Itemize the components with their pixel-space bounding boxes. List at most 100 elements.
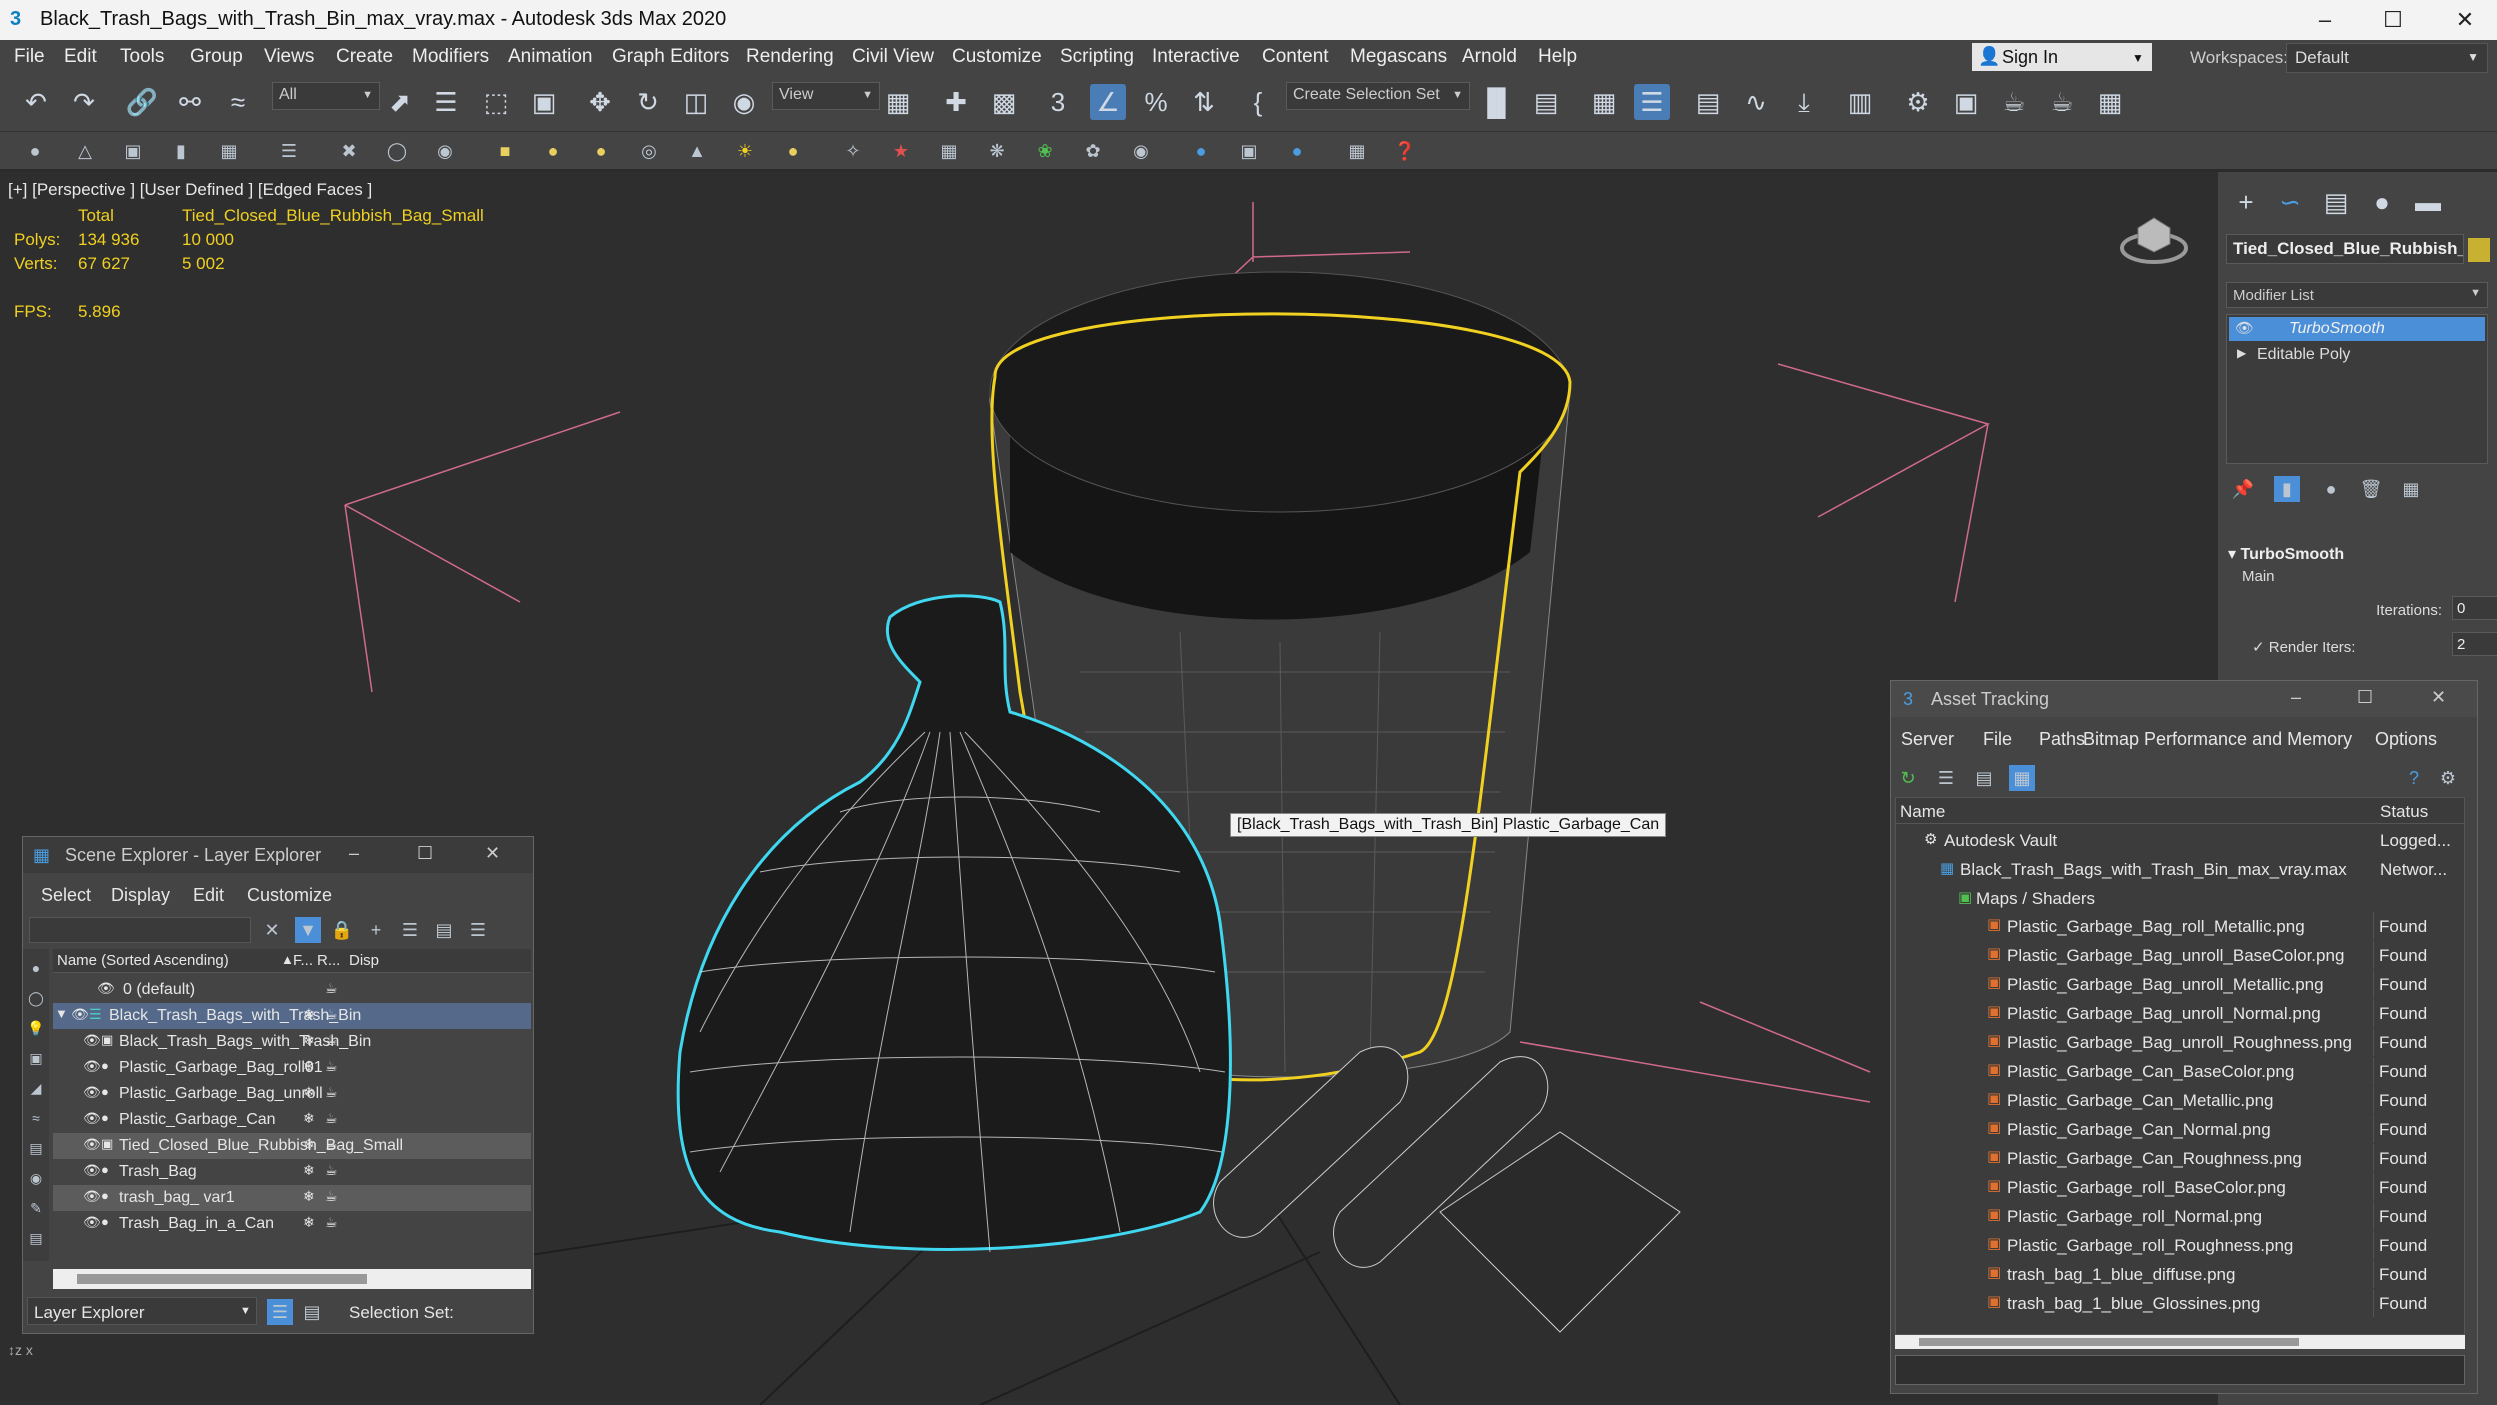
place-icon[interactable]: ◉	[726, 84, 762, 120]
minimize-button[interactable]: –	[349, 843, 359, 864]
menu-interactive[interactable]: Interactive	[1152, 46, 1240, 68]
refresh-icon[interactable]: ↻	[1895, 765, 1921, 791]
spinner-snap-icon[interactable]: ⇅	[1186, 84, 1222, 120]
menu-options[interactable]: Options	[2375, 729, 2437, 750]
visibility-eye-icon[interactable]: 👁	[83, 1162, 101, 1179]
asset-row[interactable]: ▣ trash_bag_1_blue_Glossines.png Found	[1895, 1289, 2465, 1317]
sphere-cap-icon[interactable]: ●	[540, 138, 566, 164]
hierarchy-tab-icon[interactable]: ▤	[2318, 184, 2354, 220]
col-frozen[interactable]: F...	[293, 952, 313, 969]
create-selection-set-dropdown[interactable]: Create Selection Set ▼	[1286, 82, 1470, 110]
layer-row[interactable]: 👁 0 (default) ☕	[53, 977, 531, 1003]
helper-icon[interactable]: ▦	[936, 138, 962, 164]
angle-snap-icon[interactable]: ∠	[1090, 84, 1126, 120]
hierarchy-mode-icon[interactable]: ▤	[299, 1299, 325, 1325]
asset-row[interactable]: ▣ Plastic_Garbage_roll_Normal.png Found	[1895, 1202, 2465, 1230]
visibility-eye-icon[interactable]: 👁	[83, 1084, 101, 1101]
path-field[interactable]	[1895, 1355, 2465, 1385]
object-row[interactable]: 👁 ● Plastic_Garbage_Bag_roll01 ❄ ☕	[53, 1055, 531, 1081]
viewport-label[interactable]: [+] [Perspective ] [User Defined ] [Edge…	[8, 180, 372, 200]
menu-animation[interactable]: Animation	[508, 46, 593, 68]
freeze-icon[interactable]: ❄	[303, 1032, 315, 1049]
shape-filter-icon[interactable]: ◯	[23, 985, 49, 1011]
material-icon[interactable]: ▣	[1236, 138, 1262, 164]
visibility-eye-icon[interactable]: 👁	[97, 980, 115, 997]
menu-tools[interactable]: Tools	[120, 46, 164, 68]
render-teapot-icon[interactable]: ☕	[325, 1162, 338, 1179]
stack-item-turbosmooth[interactable]: 👁 TurboSmooth	[2229, 317, 2485, 341]
menu-views[interactable]: Views	[264, 46, 314, 68]
close-button[interactable]: ✕	[2431, 687, 2446, 708]
render-iterative-icon[interactable]: ▦	[2092, 84, 2128, 120]
horizontal-scrollbar[interactable]	[1895, 1335, 2465, 1349]
stack-icon[interactable]: ☰	[465, 917, 491, 943]
render-iters-checkbox[interactable]: ✓ Render Iters:	[2252, 638, 2355, 656]
search-input[interactable]	[29, 917, 251, 943]
add-layer-icon[interactable]: +	[363, 917, 389, 943]
close-button[interactable]: ✕	[485, 843, 500, 864]
asset-row[interactable]: ▣ Plastic_Garbage_Can_Roughness.png Found	[1895, 1144, 2465, 1172]
maximize-button[interactable]: ☐	[2368, 4, 2418, 36]
render-setup-icon[interactable]: ⚙	[1900, 84, 1936, 120]
minimize-button[interactable]: –	[2291, 687, 2301, 708]
stack-item-editable-poly[interactable]: ▶ Editable Poly	[2229, 343, 2485, 367]
render-teapot-icon[interactable]: ☕	[325, 1188, 338, 1205]
modifier-list-dropdown[interactable]: Modifier List ▼	[2226, 282, 2488, 308]
render-teapot-icon[interactable]: ☕	[325, 1214, 338, 1231]
freeze-icon[interactable]: ❄	[303, 1058, 315, 1075]
dynamics-icon[interactable]: ★	[888, 138, 914, 164]
globe-icon[interactable]: ●	[1188, 138, 1214, 164]
show-end-result-icon[interactable]: ▮	[2274, 476, 2300, 502]
asset-row[interactable]: ▣ Plastic_Garbage_roll_Roughness.png Found	[1895, 1231, 2465, 1259]
rect-selection-icon[interactable]: ⬚	[478, 84, 514, 120]
viewcube-icon[interactable]	[2118, 208, 2190, 268]
object-row[interactable]: 👁 ● Plastic_Garbage_Can ❄ ☕	[53, 1107, 531, 1133]
visibility-eye-icon[interactable]: 👁	[71, 1006, 89, 1023]
render-teapot-icon[interactable]: ☕	[325, 1058, 338, 1075]
asset-row[interactable]: ▣ Plastic_Garbage_Bag_unroll_Metallic.png…	[1895, 970, 2465, 998]
remove-modifier-icon[interactable]: 🗑	[2358, 476, 2384, 502]
menu-bitmap-performance[interactable]: Bitmap Performance and Memory	[2083, 729, 2352, 750]
list-view-icon[interactable]: ☰	[1933, 765, 1959, 791]
menu-civil-view[interactable]: Civil View	[852, 46, 934, 68]
box-icon[interactable]: ▣	[120, 138, 146, 164]
align-icon[interactable]: ▤	[1528, 84, 1564, 120]
asset-row[interactable]: ▣ Plastic_Garbage_Bag_unroll_Roughness.pn…	[1895, 1028, 2465, 1056]
freeze-icon[interactable]: ❄	[303, 1136, 315, 1153]
menu-graph-editors[interactable]: Graph Editors	[612, 46, 729, 68]
motion-tab-icon[interactable]: ●	[2364, 184, 2400, 220]
lock-icon[interactable]: 🔒	[329, 917, 355, 943]
render-teapot-icon[interactable]: ☕	[325, 1136, 338, 1153]
scale-icon[interactable]: ◫	[678, 84, 714, 120]
box-primitive-icon[interactable]: ■	[492, 138, 518, 164]
unlink-icon[interactable]: ⚯	[172, 84, 208, 120]
camera-filter-icon[interactable]: ▣	[23, 1045, 49, 1071]
object-row[interactable]: 👁 ● Plastic_Garbage_Bag_unroll ❄ ☕	[53, 1081, 531, 1107]
clear-search-icon[interactable]: ✕	[259, 917, 285, 943]
vray-icon[interactable]: ●	[1284, 138, 1310, 164]
select-manipulate-icon[interactable]: ✚	[938, 84, 974, 120]
minimize-button[interactable]: –	[2300, 4, 2350, 36]
toggle-layer-explorer-icon[interactable]: ☰	[1634, 84, 1670, 120]
render-teapot-icon[interactable]: ☕	[325, 1084, 338, 1101]
menu-megascans[interactable]: Megascans	[1350, 46, 1447, 68]
freeze-icon[interactable]: ❄	[303, 1214, 315, 1231]
freeze-icon[interactable]: ❄	[303, 1006, 315, 1023]
particle-icon[interactable]: ✧	[840, 138, 866, 164]
sun-light-icon[interactable]: ☀	[732, 138, 758, 164]
visibility-eye-icon[interactable]: 👁	[83, 1032, 101, 1049]
menu-select[interactable]: Select	[41, 885, 91, 906]
helper-filter-icon[interactable]: ◢	[23, 1075, 49, 1101]
menu-rendering[interactable]: Rendering	[746, 46, 834, 68]
asset-row[interactable]: ▣ Plastic_Garbage_Bag_roll_Metallic.png Fo…	[1895, 912, 2465, 940]
reference-coordinate-dropdown[interactable]: View ▼	[772, 82, 880, 110]
object-row[interactable]: 👁 ▣ Black_Trash_Bags_with_Trash_Bin ❄ ☕	[53, 1029, 531, 1055]
menu-file[interactable]: File	[14, 46, 45, 68]
curve-editor-icon[interactable]: ∿	[1738, 84, 1774, 120]
select-by-name-icon[interactable]: ☰	[428, 84, 464, 120]
render-teapot-icon[interactable]: ☕	[325, 1032, 338, 1049]
menu-group[interactable]: Group	[190, 46, 243, 68]
chevron-right-icon[interactable]: ▶	[2237, 346, 2246, 360]
menu-modifiers[interactable]: Modifiers	[412, 46, 489, 68]
make-unique-icon[interactable]: ●	[2318, 476, 2344, 502]
